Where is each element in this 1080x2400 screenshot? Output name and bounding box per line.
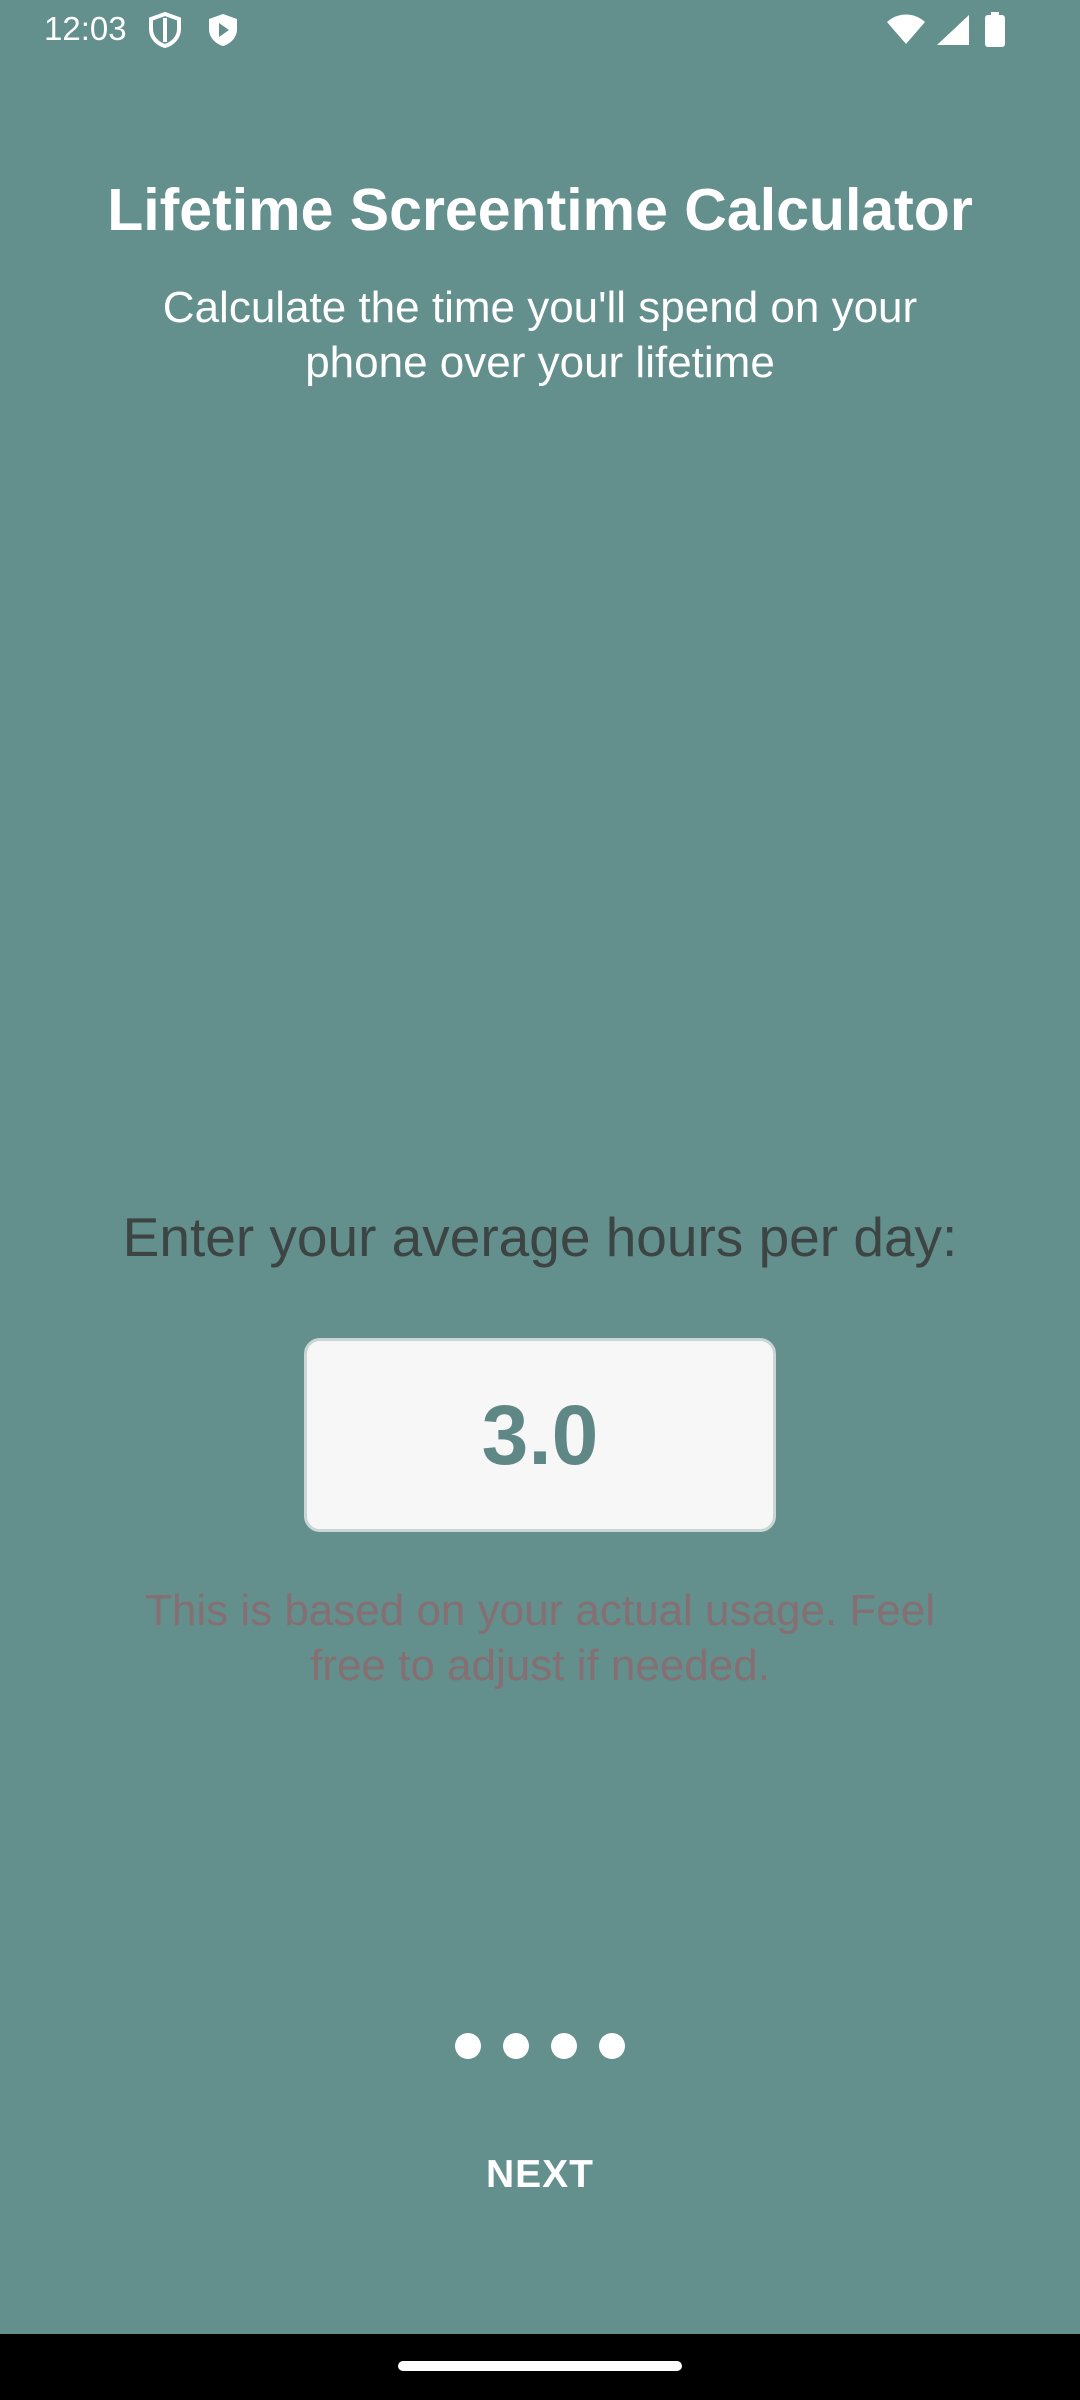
page-dot-3 xyxy=(551,2033,577,2059)
shield-outline-icon xyxy=(149,12,181,48)
next-button[interactable]: NEXT xyxy=(420,2140,660,2210)
battery-icon xyxy=(985,12,1005,47)
page-dot-1 xyxy=(455,2033,481,2059)
shield-play-icon xyxy=(209,14,237,46)
signal-icon xyxy=(937,15,969,45)
page-subtitle: Calculate the time you'll spend on your … xyxy=(162,283,918,387)
home-gesture-handle[interactable] xyxy=(398,2361,682,2371)
status-bar: 12:03 xyxy=(0,0,1080,60)
hours-per-day-input[interactable] xyxy=(304,1338,776,1532)
usage-hint-text: This is based on your actual usage. Feel… xyxy=(144,1586,935,1690)
page-title: Lifetime Screentime Calculator xyxy=(107,177,973,243)
hours-prompt-label: Enter your average hours per day: xyxy=(122,1206,958,1268)
status-time: 12:03 xyxy=(44,10,127,47)
onboarding-screen: 12:03 Lifetime Screentime Calculator Cal… xyxy=(0,0,1080,2400)
page-dot-4 xyxy=(599,2033,625,2059)
page-dot-2 xyxy=(503,2033,529,2059)
wifi-icon xyxy=(887,14,925,44)
page-indicator xyxy=(0,2033,1080,2059)
